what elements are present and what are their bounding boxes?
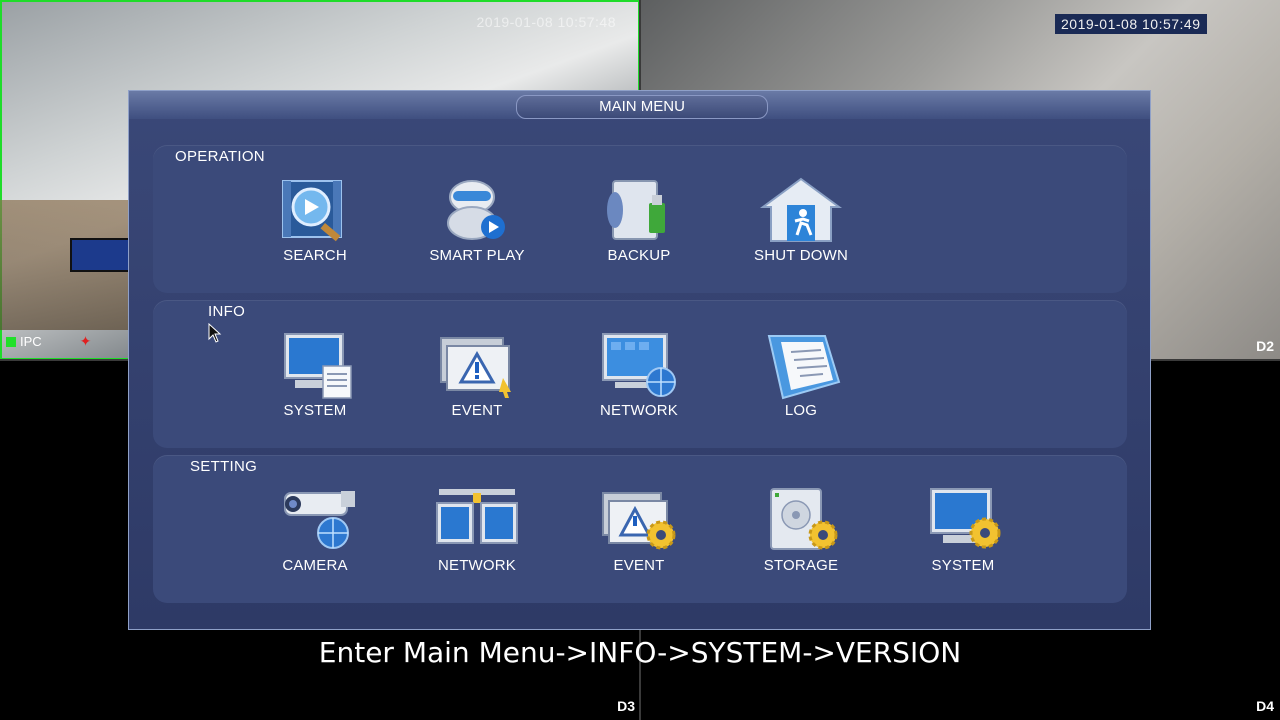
search-label: SEARCH [283, 247, 347, 264]
network-setting-icon [436, 489, 518, 544]
menu-item-storage[interactable]: STORAGE [736, 487, 866, 574]
menu-item-setting-system[interactable]: SYSTEM [898, 487, 1028, 574]
info-event-label: EVENT [451, 402, 503, 419]
menu-item-info-system[interactable]: SYSTEM [250, 332, 380, 419]
backup-icon [607, 180, 665, 240]
menu-item-smart-play[interactable]: SMART PLAY [412, 177, 542, 264]
menu-item-setting-network[interactable]: NETWORK [412, 487, 542, 574]
operation-panel: OPERATION SEARCH SMART PLAY BACKUP SHUT … [153, 145, 1127, 293]
menu-item-backup[interactable]: BACKUP [574, 177, 704, 264]
camera-3-label: D3 [617, 698, 635, 714]
system-setting-icon [930, 488, 1001, 549]
main-menu-window: MAIN MENU OPERATION SEARCH SMART PLAY BA… [128, 90, 1151, 630]
setting-system-label: SYSTEM [931, 557, 995, 574]
event-info-icon [440, 337, 511, 398]
camera-icon [284, 491, 355, 549]
smart-play-label: SMART PLAY [429, 247, 525, 264]
info-section-title: INFO [208, 303, 246, 320]
menu-item-setting-event[interactable]: EVENT [574, 487, 704, 574]
smart-play-icon [447, 180, 505, 240]
system-info-icon [284, 333, 352, 399]
camera-label: CAMERA [282, 557, 348, 574]
info-panel: INFO SYSTEM EVENT NETWORK LOG [153, 300, 1127, 448]
instruction-caption: Enter Main Menu->INFO->SYSTEM->VERSION [318, 636, 962, 669]
menu-item-shut-down[interactable]: SHUT DOWN [736, 177, 866, 264]
search-icon [282, 180, 342, 242]
menu-item-info-log[interactable]: LOG [736, 332, 866, 419]
camera-1-status: IPC ✦ [6, 333, 91, 350]
menu-item-info-network[interactable]: NETWORK [574, 332, 704, 419]
shutdown-icon [759, 177, 843, 242]
camera-2-timestamp: 2019-01-08 10:57:49 [1055, 14, 1207, 34]
menu-title: MAIN MENU [516, 95, 768, 119]
camera-2-label: D2 [1256, 338, 1274, 354]
network-info-icon [602, 333, 676, 397]
menu-item-search[interactable]: SEARCH [250, 177, 380, 264]
setting-section-title: SETTING [190, 458, 258, 475]
storage-label: STORAGE [763, 557, 839, 574]
storage-icon [770, 488, 838, 550]
scene-monitor [70, 238, 132, 272]
camera-1-timestamp: 2019-01-08 10:57:48 [476, 14, 616, 30]
event-setting-icon [602, 492, 676, 550]
operation-section-title: OPERATION [175, 148, 265, 165]
camera-4-label: D4 [1256, 698, 1274, 714]
mouse-cursor-icon [208, 323, 222, 343]
record-status-icon [6, 336, 16, 347]
setting-panel: SETTING CAMERA NETWORK EVENT STORAGE SYS… [153, 455, 1127, 603]
camera-1-label: IPC [20, 334, 42, 349]
menu-item-info-event[interactable]: EVENT [412, 332, 542, 419]
setting-event-label: EVENT [613, 557, 665, 574]
setting-network-label: NETWORK [437, 557, 517, 574]
info-network-label: NETWORK [599, 402, 679, 419]
backup-label: BACKUP [607, 247, 671, 264]
motion-detect-icon: ✦ [79, 333, 92, 349]
info-system-label: SYSTEM [283, 402, 347, 419]
log-icon [767, 335, 841, 400]
info-log-label: LOG [784, 402, 818, 419]
menu-item-camera[interactable]: CAMERA [250, 487, 380, 574]
shut-down-label: SHUT DOWN [753, 247, 849, 264]
